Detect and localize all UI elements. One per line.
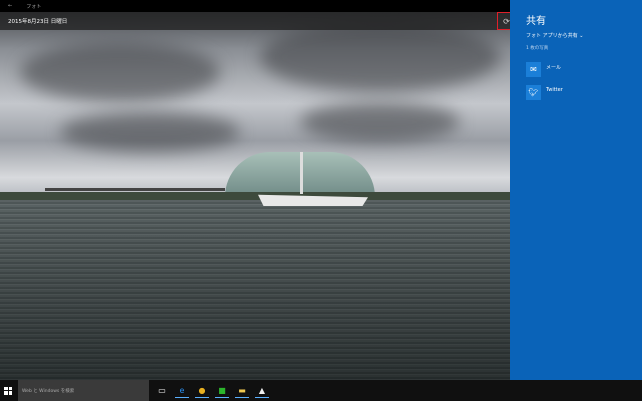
twitter-icon: 🐦︎ (526, 85, 541, 100)
share-source-dropdown[interactable]: フォト アプリから共有 ⌄ (526, 32, 583, 39)
share-app-twitter[interactable]: 🐦︎ Twitter (526, 85, 563, 100)
start-button[interactable] (4, 386, 12, 395)
taskbar: Web と Windows を検索 ▭ e ● ■ ▬ ▲ (0, 380, 642, 401)
share-icon: ⟳ (503, 16, 510, 26)
edge-icon[interactable]: e (175, 384, 189, 398)
mail-icon: ✉ (526, 62, 541, 77)
photos-icon[interactable]: ▲ (255, 384, 269, 398)
share-title: 共有 (526, 16, 546, 27)
photo-date: 2015年8月23日 日曜日 (8, 19, 68, 25)
chrome-icon[interactable]: ● (195, 384, 209, 398)
share-panel: 共有 フォト アプリから共有 ⌄ 1 枚の写真 ✉ メール 🐦︎ Twitter (510, 0, 642, 401)
search-input[interactable]: Web と Windows を検索 (18, 380, 149, 401)
photo-info-bar: 2015年8月23日 日曜日 (0, 12, 510, 30)
app-title: フォト (26, 3, 42, 10)
share-app-mail[interactable]: ✉ メール (526, 62, 561, 77)
store-icon[interactable]: ■ (215, 384, 229, 398)
title-bar: ← フォト (0, 0, 510, 12)
share-count: 1 枚の写真 (526, 46, 549, 51)
chevron-down-icon: ⌄ (579, 33, 584, 39)
photo-view[interactable] (0, 12, 510, 380)
back-button[interactable]: ← (8, 3, 12, 9)
task-view-icon[interactable]: ▭ (155, 384, 169, 398)
file-explorer-icon[interactable]: ▬ (235, 384, 249, 398)
